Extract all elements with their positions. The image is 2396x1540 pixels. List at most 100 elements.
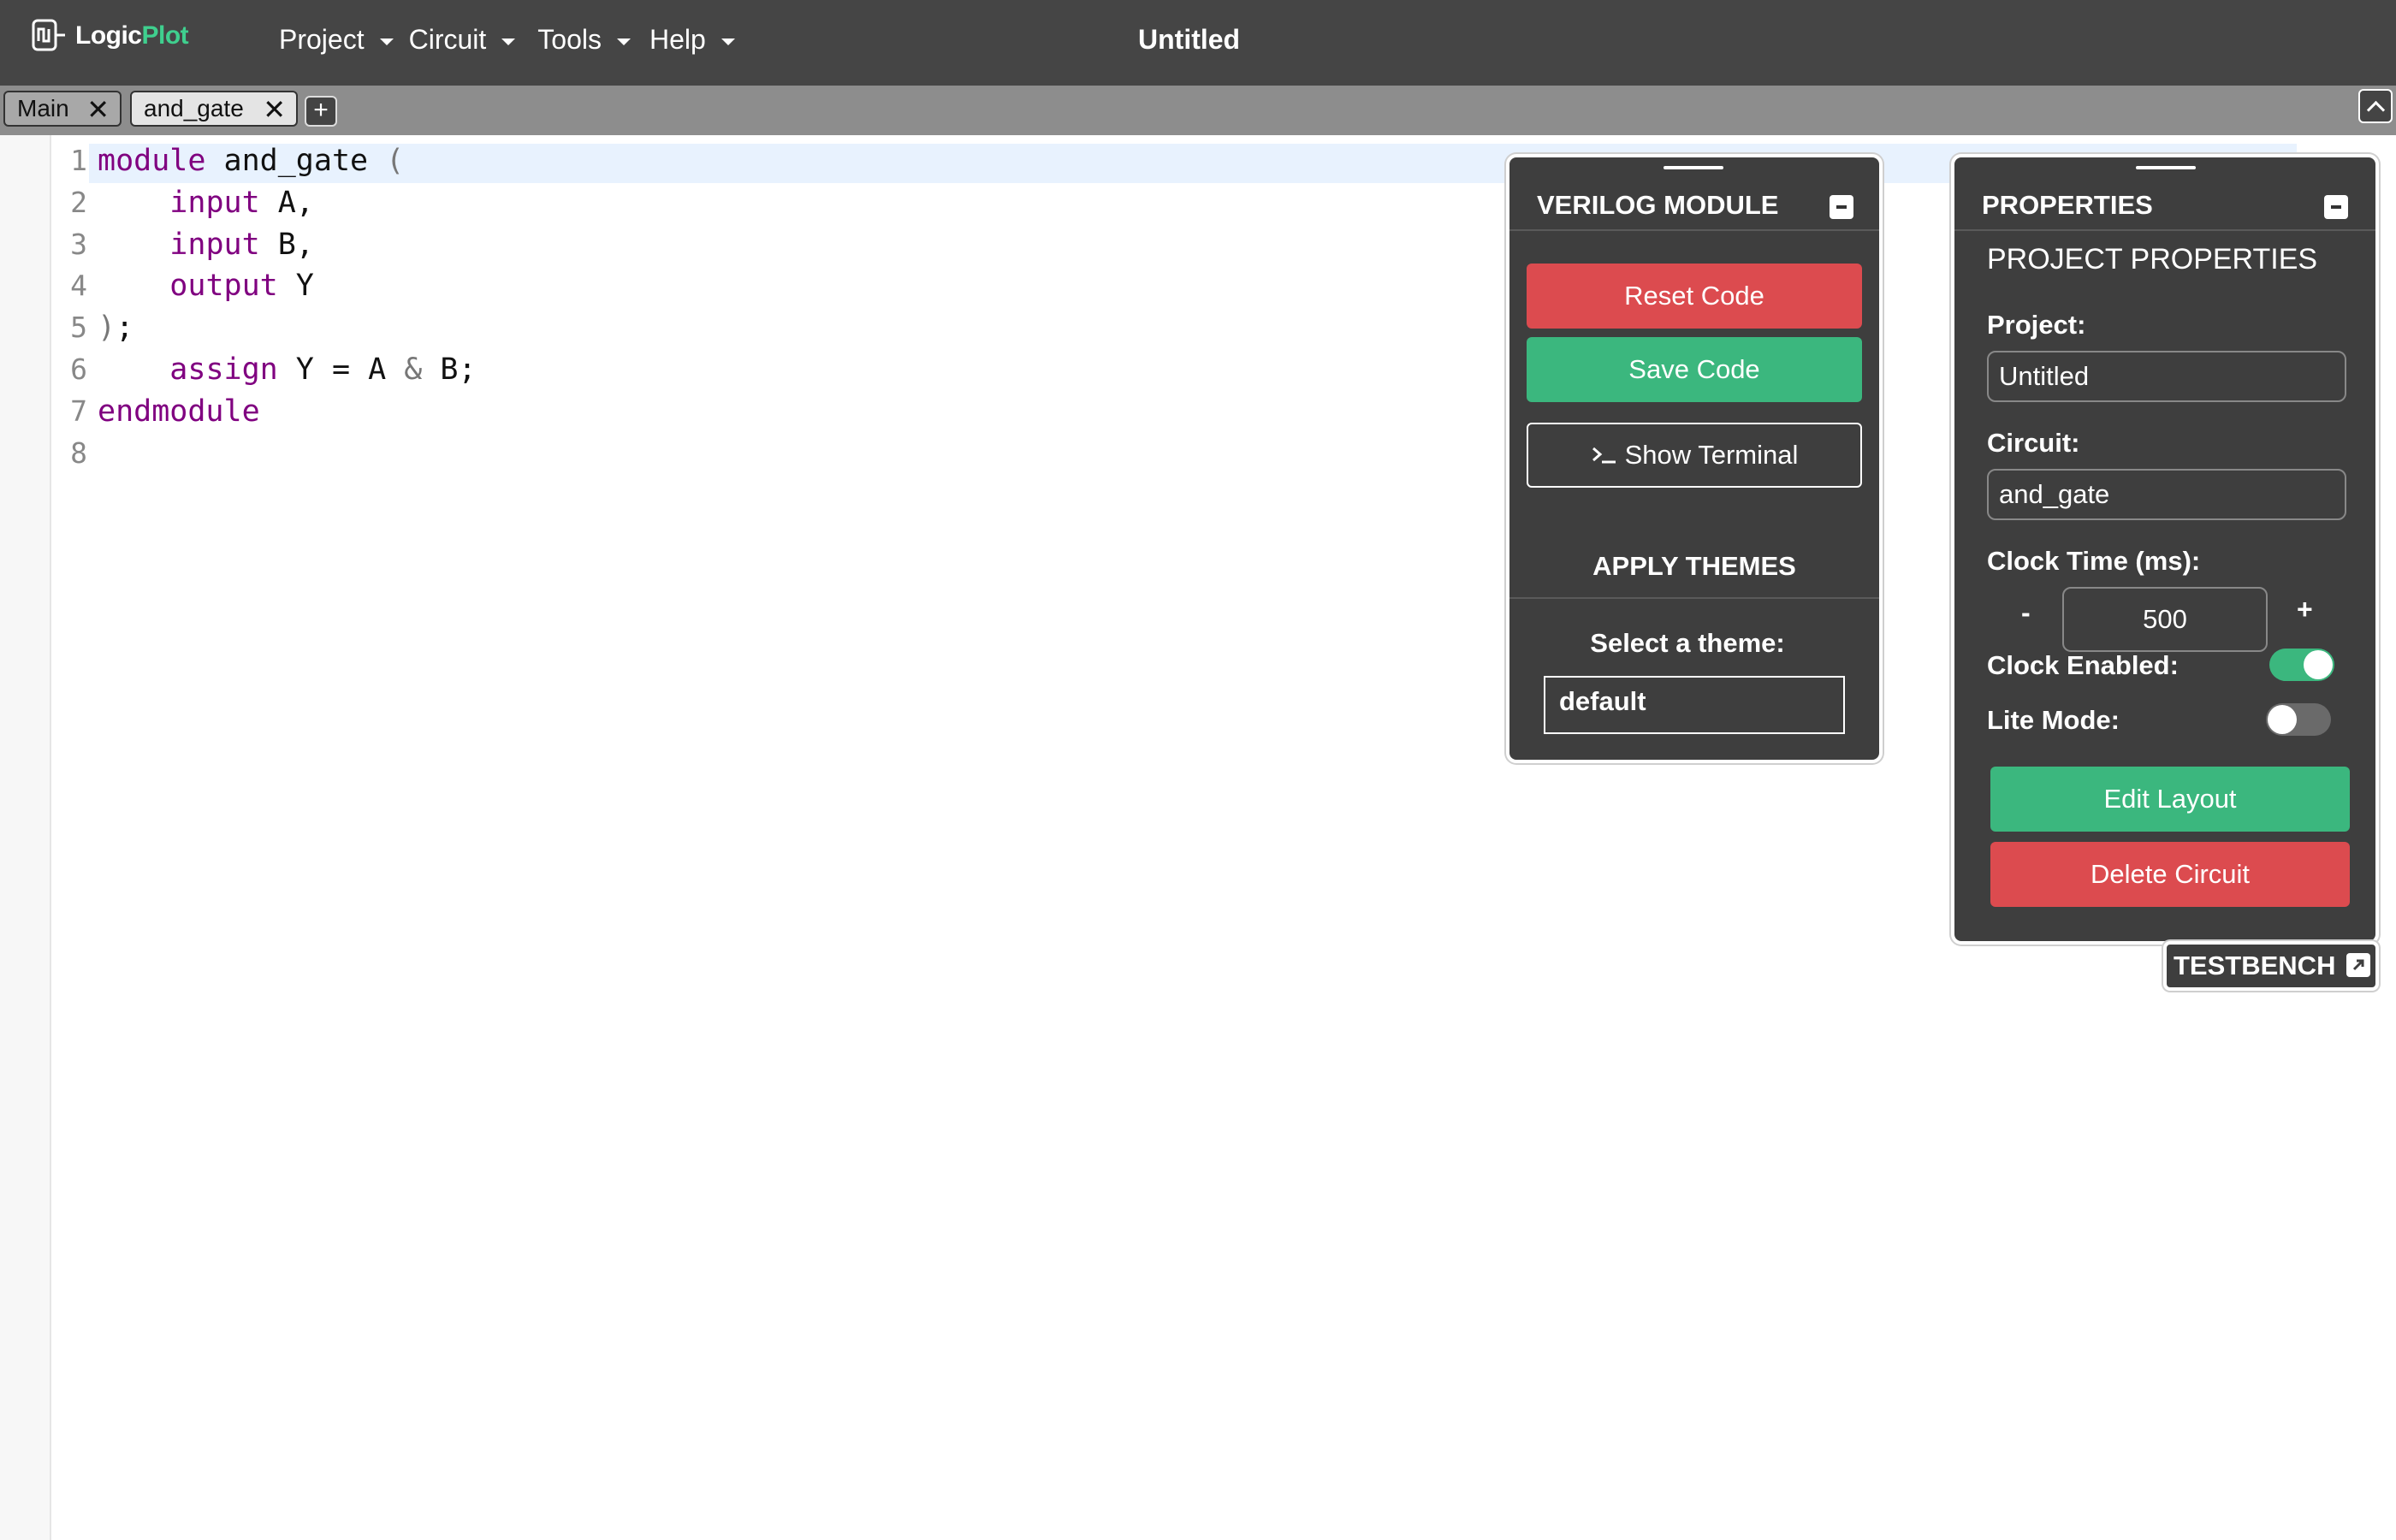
line-number: 1 [70,144,87,177]
line-number: 4 [70,269,87,303]
code-text: ); [98,307,133,348]
code-token: A, [259,185,314,220]
code-punctuation: & [404,352,423,387]
code-token: Y [277,269,314,304]
apply-themes-heading: APPLY THEMES [1592,551,1796,581]
code-punctuation: ( [386,144,405,178]
code-text: assign Y = A & B; [98,349,477,390]
clock-increment-button[interactable]: + [2297,594,2313,625]
app-logo[interactable]: LogicPlot [31,17,189,55]
code-line[interactable]: 7 endmodule [0,391,1489,432]
line-number: 2 [70,185,87,219]
reset-code-button[interactable]: Reset Code [1527,264,1862,329]
project-label: Project: [1987,310,2086,340]
app-logo-text: LogicPlot [75,21,189,50]
code-line[interactable]: 4 output Y [0,265,1489,306]
clock-enabled-toggle[interactable] [2269,649,2334,681]
project-properties-heading: PROJECT PROPERTIES [1987,243,2318,275]
line-number: 8 [70,435,87,470]
code-line[interactable]: 3 input B, [0,224,1489,265]
chevron-down-icon [501,38,516,45]
code-line[interactable]: 1 module and_gate ( [0,140,1489,181]
terminal-icon [1592,447,1616,464]
toggle-knob [2304,650,2333,679]
testbench-label: TESTBENCH [2174,951,2336,980]
code-punctuation: ) [98,311,116,346]
edit-layout-button[interactable]: Edit Layout [1990,767,2350,832]
add-tab-button[interactable]: + [305,96,337,127]
lite-mode-label: Lite Mode: [1987,705,2120,735]
top-menu-bar: LogicPlot Project Circuit Tools Help Unt… [0,0,2396,86]
menu-circuit[interactable]: Circuit [409,24,538,56]
code-keyword: module [98,144,206,178]
code-keyword: endmodule [98,394,260,429]
tab-main[interactable]: Main ✕ [3,91,122,127]
logo-word-plot: Plot [141,21,189,50]
panel-divider [1954,229,2375,231]
close-icon[interactable]: ✕ [263,94,286,125]
toggle-knob [2268,705,2297,734]
circuit-name-input[interactable]: and_gate [1987,469,2346,520]
clock-time-input[interactable]: 500 [2062,587,2268,652]
show-terminal-label: Show Terminal [1624,440,1799,470]
code-token: ; [116,311,134,346]
circuit-tab-bar: Main ✕ and_gate ✕ + [0,86,2396,135]
menu-help[interactable]: Help [649,24,769,56]
external-link-icon [2346,953,2370,977]
show-terminal-button[interactable]: Show Terminal [1527,423,1862,488]
line-number: 6 [70,352,87,386]
save-code-button[interactable]: Save Code [1527,337,1862,402]
line-number: 7 [70,394,87,428]
chevron-down-icon [616,38,631,45]
delete-circuit-button[interactable]: Delete Circuit [1990,842,2350,907]
minimize-icon[interactable] [2324,195,2348,219]
code-line[interactable]: 8 [0,433,1489,474]
testbench-button[interactable]: TESTBENCH [2163,941,2379,991]
tab-main-label: Main [17,95,69,121]
code-keyword: output [169,269,278,304]
tab-and-gate[interactable]: and_gate ✕ [130,91,298,127]
panel-drag-handle[interactable] [2136,166,2196,169]
properties-panel: PROPERTIES PROJECT PROPERTIES Project: U… [1951,154,2379,945]
menu-tools-label: Tools [537,24,602,55]
code-text: output Y [98,265,314,306]
project-name-input[interactable]: Untitled [1987,351,2346,402]
lite-mode-toggle[interactable] [2266,703,2331,736]
code-text: input B, [98,224,314,265]
document-title: Untitled [1138,24,1241,55]
menu-tools[interactable]: Tools [537,24,649,56]
code-line[interactable]: 5); [0,307,1489,348]
properties-panel-title: PROPERTIES [1982,190,2153,220]
line-number: 5 [70,311,87,345]
theme-select[interactable]: default [1544,676,1845,734]
code-text: module and_gate ( [98,140,404,181]
minimize-icon[interactable] [1830,195,1853,219]
close-icon[interactable]: ✕ [86,94,110,125]
main-menu: Project Circuit Tools Help [279,24,769,56]
clock-enabled-label: Clock Enabled: [1987,650,2179,680]
code-keyword: input [169,185,260,220]
code-token: Y = A [277,352,405,387]
menu-help-label: Help [649,24,706,55]
menu-project-label: Project [279,24,365,55]
verilog-panel-title: VERILOG MODULE [1537,190,1779,220]
clock-decrement-button[interactable]: - [2021,597,2031,629]
code-token: B; [422,352,477,387]
code-keyword: assign [169,352,278,387]
line-number: 3 [70,227,87,261]
menu-project[interactable]: Project [279,24,409,56]
panel-divider [1509,597,1879,599]
chevron-down-icon [721,38,735,45]
logicplot-logo-icon [32,19,65,51]
circuit-label: Circuit: [1987,428,2080,458]
logo-word-logic: Logic [75,21,142,50]
panel-divider [1509,229,1879,231]
panel-drag-handle[interactable] [1664,166,1723,169]
code-line[interactable]: 2 input A, [0,182,1489,223]
code-line[interactable]: 6 assign Y = A & B; [0,349,1489,390]
code-keyword: input [169,227,260,262]
collapse-toolbar-button[interactable] [2358,89,2393,123]
